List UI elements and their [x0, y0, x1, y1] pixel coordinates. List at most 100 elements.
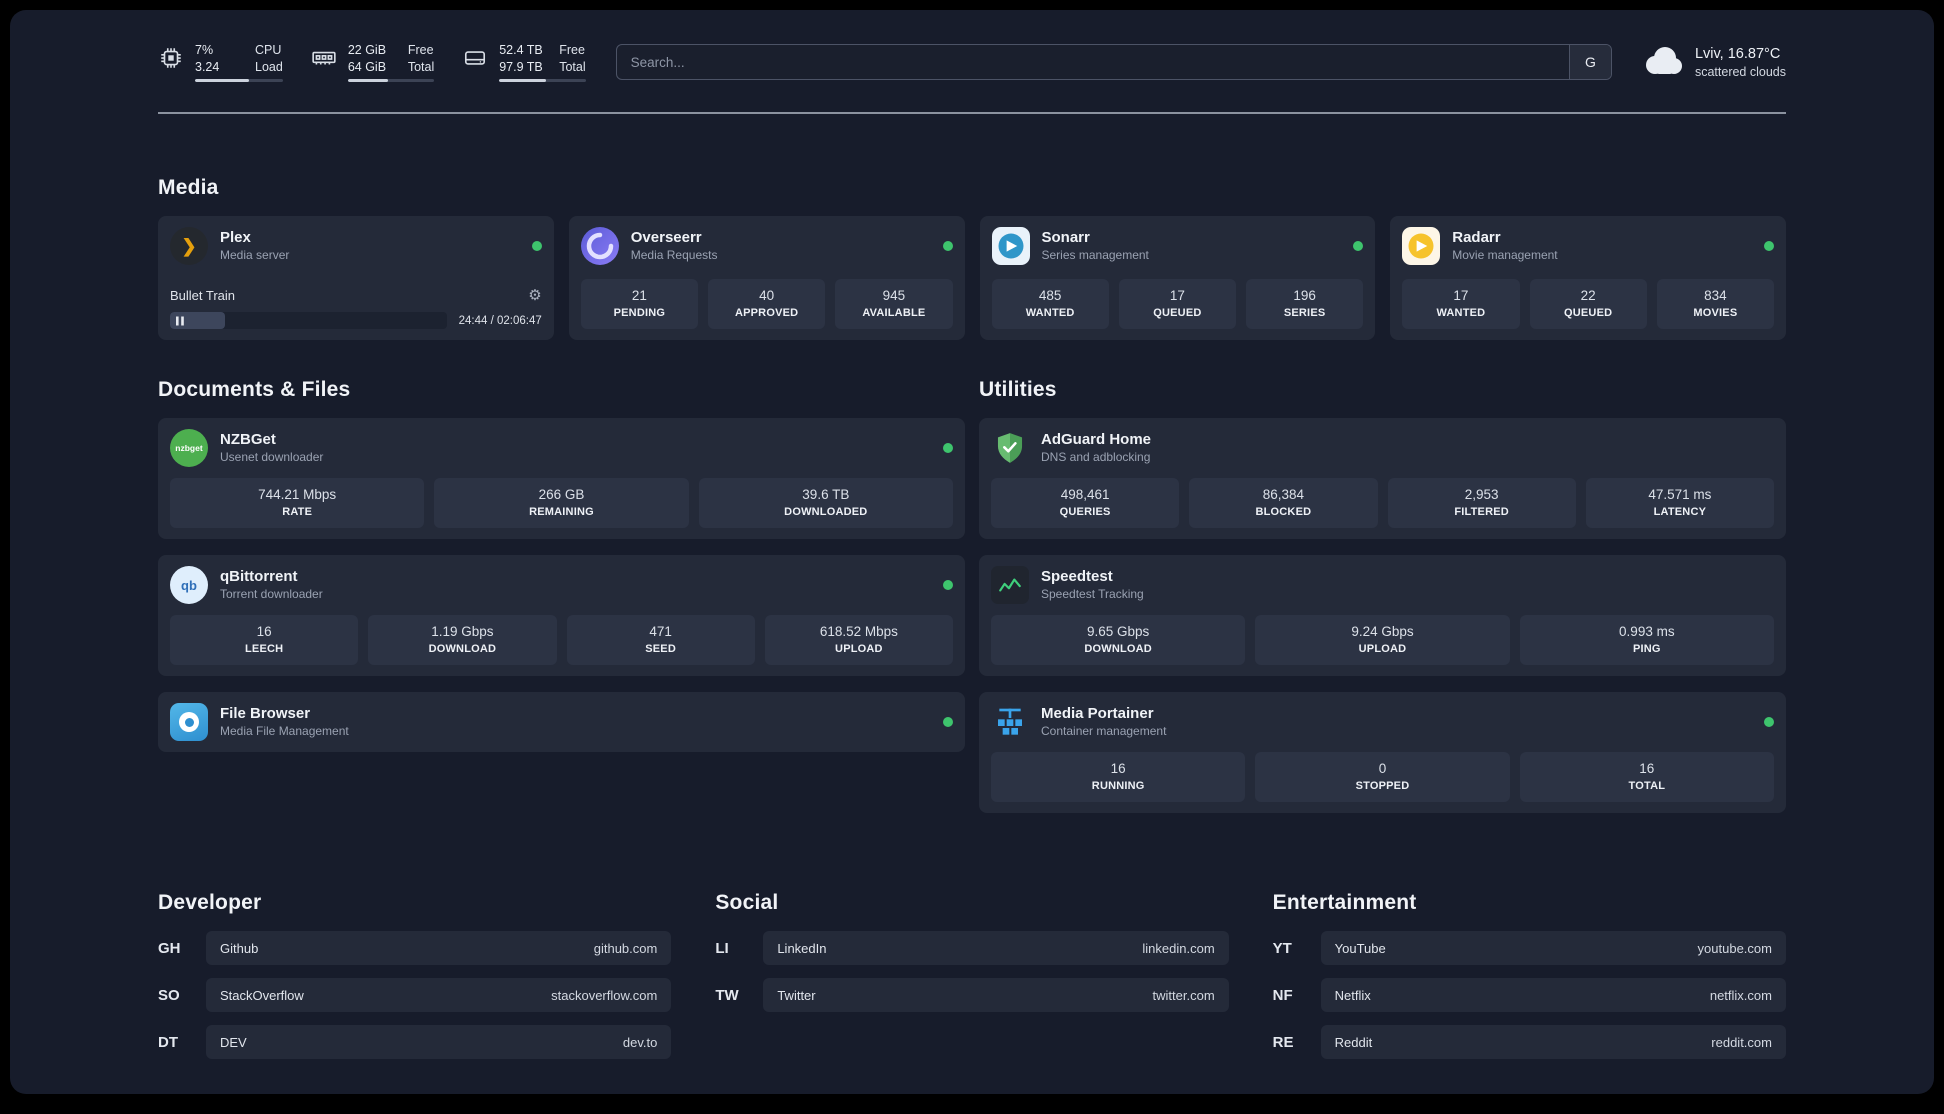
bookmark-link[interactable]: Reddit reddit.com	[1320, 1025, 1786, 1059]
bookmark-stackoverflow: SO StackOverflow stackoverflow.com	[158, 978, 672, 1012]
disk-icon	[462, 43, 488, 71]
app-name: AdGuard Home	[1041, 430, 1152, 448]
app-card-radarr[interactable]: Radarr Movie management 17 WANTED 22 QUE…	[1390, 216, 1786, 340]
stat-label: RUNNING	[1091, 780, 1145, 792]
stat-value: 39.6 TB	[802, 487, 850, 502]
app-card-plex[interactable]: ❯ Plex Media server Bullet Train ⚙ 24:44…	[158, 216, 554, 340]
app-card-filebrowser[interactable]: File Browser Media File Management	[158, 692, 965, 752]
section-title-entertainment: Entertainment	[1272, 891, 1417, 914]
stat-label: SERIES	[1283, 307, 1326, 319]
app-name: Speedtest	[1041, 567, 1113, 585]
playback-progress-bar[interactable]	[170, 312, 447, 329]
stat-tile: 16 LEECH	[170, 615, 359, 665]
cpu-usage-value: 7%	[195, 42, 214, 57]
app-subtitle: DNS and adblocking	[1041, 450, 1151, 465]
stat-label: BLOCKED	[1255, 506, 1312, 518]
stat-tile: 16 RUNNING	[991, 752, 1246, 802]
search-input[interactable]	[615, 44, 1612, 80]
overseerr-icon	[580, 227, 619, 265]
app-name: Media Portainer	[1041, 704, 1154, 722]
stat-value: 471	[649, 624, 672, 639]
stat-tile: 21 PENDING	[580, 279, 698, 329]
app-subtitle: Series management	[1041, 248, 1149, 263]
search-bar[interactable]: G	[615, 44, 1612, 80]
app-card-sonarr[interactable]: Sonarr Series management 485 WANTED 17 Q…	[979, 216, 1376, 340]
pause-icon[interactable]	[176, 316, 184, 325]
bookmark-link[interactable]: YouTube youtube.com	[1320, 931, 1786, 965]
app-card-speedtest[interactable]: Speedtest Speedtest Tracking 9.65 Gbps D…	[979, 555, 1786, 676]
bookmark-link[interactable]: StackOverflow stackoverflow.com	[206, 978, 672, 1012]
utilities-section: Utilities AdGuard Home DNS and adblockin…	[979, 378, 1786, 813]
header-divider	[158, 112, 1786, 114]
disk-progress-bar	[499, 78, 586, 82]
stat-value: 16	[1639, 761, 1655, 776]
bookmark-name: Twitter	[777, 987, 816, 1003]
app-name: NZBGet	[220, 430, 276, 448]
stat-value: 16	[256, 624, 272, 639]
app-card-nzbget[interactable]: nzbget NZBGet Usenet downloader 744.21 M…	[158, 418, 965, 539]
bookmark-url: twitter.com	[1152, 987, 1215, 1003]
plex-icon: ❯	[170, 227, 208, 265]
stat-tile: 17 QUEUED	[1118, 279, 1236, 329]
stat-tile: 9.65 Gbps DOWNLOAD	[991, 615, 1246, 665]
bookmark-link[interactable]: Twitter twitter.com	[763, 978, 1229, 1012]
stat-tile: 2,953 FILTERED	[1387, 478, 1576, 528]
app-subtitle: Media Requests	[630, 248, 718, 263]
stat-value: 16	[1110, 761, 1126, 776]
bookmark-link[interactable]: DEV dev.to	[206, 1025, 672, 1059]
bookmark-link[interactable]: Netflix netflix.com	[1320, 978, 1786, 1012]
stat-value: 40	[759, 288, 775, 303]
cpu-usage-label: CPU	[255, 42, 282, 57]
ram-stat: 22 GiB 64 GiB Free Total	[311, 42, 435, 82]
status-dot	[942, 241, 953, 251]
bookmark-netflix: NF Netflix netflix.com	[1273, 978, 1786, 1012]
filebrowser-icon	[170, 703, 208, 741]
ram-total-label: Total	[407, 59, 435, 74]
speedtest-icon	[991, 566, 1029, 604]
ram-icon	[311, 43, 337, 71]
bookmark-name: Github	[220, 940, 259, 956]
app-name: Radarr	[1452, 228, 1501, 246]
bookmark-abbr: SO	[158, 986, 180, 1004]
cpu-load-label: Load	[255, 59, 283, 74]
stat-value: 9.65 Gbps	[1087, 624, 1150, 639]
bookmark-url: linkedin.com	[1142, 940, 1215, 956]
stat-label: FILTERED	[1454, 506, 1509, 518]
bookmark-link[interactable]: Github github.com	[206, 931, 672, 965]
app-card-adguard[interactable]: AdGuard Home DNS and adblocking 498,461 …	[979, 418, 1786, 539]
bookmark-abbr: RE	[1272, 1033, 1294, 1051]
status-dot	[1353, 241, 1364, 251]
app-card-qbittorrent[interactable]: qb qBittorrent Torrent downloader 16 LEE…	[158, 555, 965, 676]
section-title-documents: Documents & Files	[158, 378, 351, 401]
bookmark-url: github.com	[593, 940, 658, 956]
stat-value: 196	[1293, 288, 1316, 303]
stat-value: 2,953	[1464, 487, 1499, 502]
bookmark-link[interactable]: LinkedIn linkedin.com	[763, 931, 1229, 965]
app-card-overseerr[interactable]: Overseerr Media Requests 21 PENDING 40 A…	[568, 216, 965, 340]
stat-label: PING	[1632, 643, 1661, 655]
status-dot	[1764, 241, 1774, 251]
stat-tile: 0 STOPPED	[1255, 752, 1510, 802]
adguard-icon	[991, 429, 1029, 467]
stat-tile: 17 WANTED	[1402, 279, 1520, 329]
ram-free-label: Free	[407, 42, 434, 57]
app-subtitle: Media server	[220, 248, 290, 263]
app-name: Sonarr	[1041, 228, 1090, 246]
section-title-utilities: Utilities	[979, 378, 1057, 401]
playback-time: 24:44 / 02:06:47	[458, 314, 542, 327]
bookmark-abbr: DT	[158, 1033, 178, 1051]
radarr-icon	[1402, 227, 1441, 265]
app-card-portainer[interactable]: Media Portainer Container management 16 …	[979, 692, 1786, 813]
stat-value: 86,384	[1262, 487, 1305, 502]
app-name: File Browser	[220, 704, 311, 722]
ram-progress-fill	[347, 78, 388, 82]
qbittorrent-icon: qb	[170, 566, 208, 604]
disk-free-value: 52.4 TB	[499, 42, 543, 57]
stat-tile: 47.571 ms LATENCY	[1585, 478, 1774, 528]
search-engine-button[interactable]: G	[1568, 45, 1611, 79]
stat-label: LEECH	[244, 643, 284, 655]
weather-widget: Lviv, 16.87°C scattered clouds	[1642, 45, 1786, 80]
disk-total-value: 97.9 TB	[499, 59, 543, 74]
gear-icon[interactable]: ⚙	[528, 286, 541, 304]
bookmark-dev: DT DEV dev.to	[158, 1025, 672, 1059]
